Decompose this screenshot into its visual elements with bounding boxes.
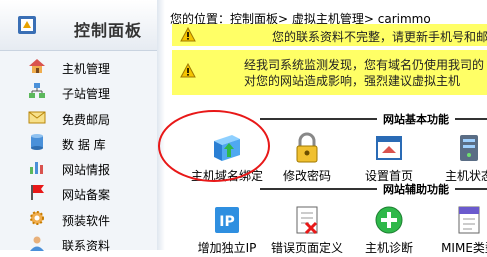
control-panel-logo-icon	[18, 16, 36, 34]
notice-text-line2: 对您的网站造成影响，强烈建议虚拟主机	[244, 74, 461, 88]
section-title: 网站辅助功能	[377, 181, 455, 197]
tile-set-homepage[interactable]: 设置首页	[347, 131, 431, 184]
tile-host-diagnosis[interactable]: 主机诊断	[347, 203, 431, 256]
tile-label: 主机诊断	[364, 241, 413, 255]
tile-change-password[interactable]: 修改密码	[265, 131, 349, 184]
svg-text:IP: IP	[219, 214, 234, 230]
gear-icon	[30, 210, 44, 225]
mime-icon	[458, 206, 480, 234]
section-title: 网站基本功能	[377, 111, 455, 127]
mail-icon	[28, 111, 46, 124]
tile-error-page-definition[interactable]: 错误页面定义	[265, 203, 349, 256]
sidebar-nav: 主机管理 子站管理 免费邮局 数 据 库 网站情报 网站备案 预装软件 联系资料	[0, 55, 157, 257]
tile-add-dedicated-ip[interactable]: IP 增加独立IP	[185, 203, 269, 256]
tile-domain-binding[interactable]: 主机域名绑定	[185, 131, 269, 184]
domain-monitor-notice: 经我司系统监测发现，您有域名仍使用我司的 对您的网站造成影响，强烈建议虚拟主机	[172, 50, 487, 95]
tile-label: 错误页面定义	[270, 241, 343, 255]
sidebar-item-database[interactable]: 数 据 库	[0, 131, 157, 156]
section-basic-functions: 网站基本功能	[172, 111, 487, 127]
server-status-icon	[460, 135, 478, 161]
tile-host-status[interactable]: 主机状态	[427, 131, 487, 184]
sidebar-item-site-filing[interactable]: 网站备案	[0, 181, 157, 206]
incomplete-contact-notice: 您的联系资料不完整，请更新手机号和邮件	[172, 24, 487, 46]
sidebar-item-label: 数 据 库	[62, 137, 106, 152]
sidebar-item-host-management[interactable]: 主机管理	[0, 55, 157, 80]
diagnose-plus-icon	[375, 206, 403, 234]
section-aux-functions: 网站辅助功能	[172, 181, 487, 197]
sidebar-item-site-stats[interactable]: 网站情报	[0, 156, 157, 181]
network-icon	[29, 83, 45, 99]
sidebar-item-subsite-management[interactable]: 子站管理	[0, 80, 157, 105]
contact-icon	[30, 236, 44, 252]
error-page-icon	[296, 206, 318, 235]
sidebar-title: 控制面板	[74, 21, 143, 40]
notice-text[interactable]: 您的联系资料不完整，请更新手机号和邮件	[272, 28, 487, 45]
notice-text-line1: 经我司系统监测发现，您有域名仍使用我司的	[244, 58, 485, 72]
sidebar-divider	[157, 0, 165, 250]
sidebar-item-label: 网站备案	[62, 188, 111, 203]
sidebar-item-preinstalled-software[interactable]: 预装软件	[0, 207, 157, 232]
sidebar-item-label: 子站管理	[62, 87, 111, 102]
lock-icon	[296, 132, 318, 163]
sidebar-item-label: 免费邮局	[62, 112, 111, 127]
database-icon	[31, 133, 43, 150]
tile-mime-type[interactable]: MIME类型	[427, 203, 487, 256]
sidebar-header: 控制面板	[0, 0, 157, 51]
tile-label: 增加独立IP	[197, 241, 257, 255]
sidebar-item-label: 主机管理	[62, 62, 111, 76]
sidebar-item-label: 联系资料	[62, 239, 111, 254]
sidebar-item-label: 预装软件	[62, 213, 111, 228]
warning-icon	[180, 63, 196, 78]
sidebar-item-label: 网站情报	[62, 163, 111, 178]
bar-chart-icon	[30, 162, 43, 175]
house-icon	[29, 59, 45, 73]
ip-icon: IP	[215, 207, 239, 233]
sidebar-item-free-mail[interactable]: 免费邮局	[0, 106, 157, 131]
tile-label: MIME类型	[441, 241, 487, 255]
sidebar: 控制面板 主机管理 子站管理 免费邮局 数 据 库 网站情报 网站备案 预装软件…	[0, 0, 157, 253]
flag-icon	[31, 185, 44, 201]
sidebar-item-contact-info[interactable]: 联系资料	[0, 232, 157, 257]
warning-icon	[180, 27, 196, 42]
home-page-icon	[376, 136, 402, 160]
domain-bind-icon	[214, 135, 240, 161]
